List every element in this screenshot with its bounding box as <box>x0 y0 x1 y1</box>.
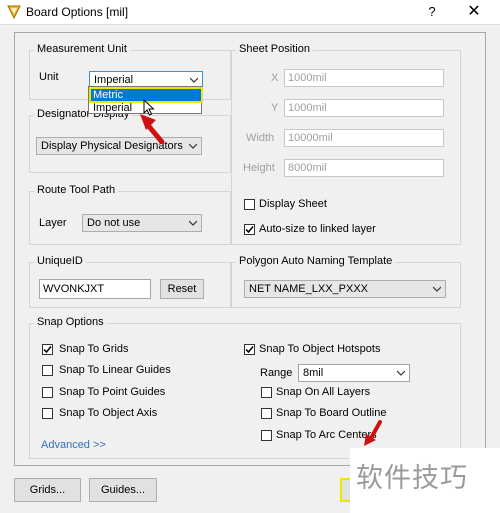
snap-object-axis-label: Snap To Object Axis <box>59 407 158 419</box>
reset-button[interactable]: Reset <box>160 279 204 299</box>
unit-label: Unit <box>39 71 59 83</box>
watermark: 软件技巧 <box>350 448 500 513</box>
sheet-width-label: Width <box>246 132 275 144</box>
red-arrow-annotation-icon <box>364 420 382 446</box>
snap-object-axis-checkbox[interactable] <box>42 408 53 419</box>
layer-value: Do not use <box>87 217 141 229</box>
snap-linear-guides-label: Snap To Linear Guides <box>59 364 171 376</box>
snap-grids-label: Snap To Grids <box>59 343 129 355</box>
snap-hotspots-checkbox[interactable] <box>244 344 255 355</box>
chevron-down-icon <box>433 286 441 292</box>
checkmark-icon <box>245 346 254 354</box>
snap-options-group: Snap Options Snap To Grids Snap To Linea… <box>29 316 461 459</box>
polygon-naming-combobox[interactable]: NET NAME_LXX_PXXX <box>244 280 446 298</box>
options-panel: Measurement Unit Unit Imperial Designato… <box>14 32 486 466</box>
red-arrow-annotation-icon <box>140 114 165 144</box>
watermark-text: 软件技巧 <box>356 463 468 493</box>
autosize-checkbox[interactable] <box>244 224 255 235</box>
checkmark-icon <box>43 346 52 354</box>
window-title: Board Options [mil] <box>26 5 129 19</box>
snap-hotspots-label: Snap To Object Hotspots <box>259 343 381 355</box>
snap-board-outline-label: Snap To Board Outline <box>276 407 387 419</box>
unique-id-group: UniqueID WVONKJXT Reset <box>29 255 231 308</box>
designator-display-combobox[interactable]: Display Physical Designators <box>36 137 202 155</box>
grids-button[interactable]: Grids... <box>14 478 81 502</box>
snap-options-legend: Snap Options <box>34 316 107 328</box>
polygon-naming-legend: Polygon Auto Naming Template <box>236 255 396 267</box>
snap-all-layers-label: Snap On All Layers <box>276 386 371 398</box>
range-label: Range <box>260 367 293 379</box>
snap-point-guides-checkbox[interactable] <box>42 387 53 398</box>
board-options-icon <box>7 5 21 20</box>
display-sheet-checkbox[interactable] <box>244 199 255 210</box>
unit-value: Imperial <box>94 74 134 86</box>
designator-display-group: Designator Display Display Physical Desi… <box>29 108 231 173</box>
guides-button[interactable]: Guides... <box>89 478 157 502</box>
chevron-down-icon <box>397 370 405 376</box>
sheet-position-legend: Sheet Position <box>236 43 313 55</box>
sheet-height-field[interactable]: 8000mil <box>284 159 444 177</box>
snap-point-guides-label: Snap To Point Guides <box>59 386 166 398</box>
layer-combobox[interactable]: Do not use <box>82 214 202 232</box>
chevron-down-icon <box>190 77 198 83</box>
sheet-position-group: Sheet Position X 1000mil Y 1000mil Width… <box>231 43 461 245</box>
snap-linear-guides-checkbox[interactable] <box>42 365 53 376</box>
sheet-height-label: Height <box>243 162 275 174</box>
autosize-label: Auto-size to linked layer <box>259 223 376 235</box>
chevron-down-icon <box>189 143 197 149</box>
sheet-x-label: X <box>271 72 279 84</box>
route-tool-path-group: Route Tool Path Layer Do not use <box>29 184 231 245</box>
route-tool-path-legend: Route Tool Path <box>34 184 119 196</box>
snap-arc-centers-checkbox[interactable] <box>261 430 272 441</box>
unique-id-legend: UniqueID <box>34 255 86 267</box>
snap-board-outline-checkbox[interactable] <box>261 408 272 419</box>
checkmark-icon <box>245 226 254 234</box>
help-button[interactable]: ? <box>422 2 442 22</box>
snap-all-layers-checkbox[interactable] <box>261 387 272 398</box>
unique-id-field[interactable]: WVONKJXT <box>39 279 151 299</box>
sheet-width-field[interactable]: 10000mil <box>284 129 444 147</box>
range-combobox[interactable]: 8mil <box>298 364 410 382</box>
advanced-link[interactable]: Advanced >> <box>41 439 106 451</box>
close-button[interactable]: ✕ <box>460 2 488 22</box>
sheet-y-field[interactable]: 1000mil <box>284 99 444 117</box>
chevron-down-icon <box>189 220 197 226</box>
layer-label: Layer <box>39 217 67 229</box>
sheet-x-field[interactable]: 1000mil <box>284 69 444 87</box>
display-sheet-label: Display Sheet <box>259 198 327 210</box>
polygon-naming-group: Polygon Auto Naming Template NET NAME_LX… <box>231 255 461 308</box>
polygon-naming-value: NET NAME_LXX_PXXX <box>249 283 369 295</box>
sheet-y-label: Y <box>271 102 279 114</box>
measurement-unit-legend: Measurement Unit <box>34 43 130 55</box>
range-value: 8mil <box>303 367 324 379</box>
title-bar: Board Options [mil] ? ✕ <box>0 0 500 25</box>
snap-grids-checkbox[interactable] <box>42 344 53 355</box>
